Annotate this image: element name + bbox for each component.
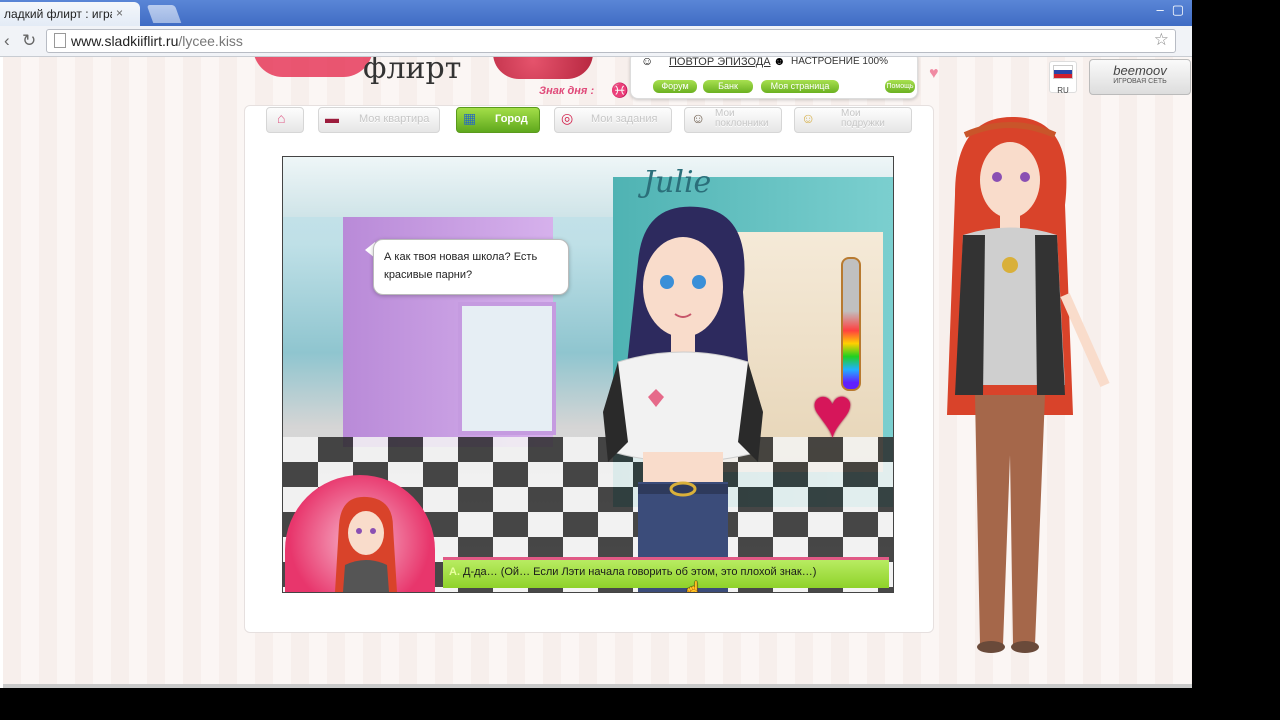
hand-cursor-icon: ☝ [683, 582, 703, 593]
tab-strip: ладкий флирт : игра о / × – ▢ [0, 0, 1192, 26]
shop-sign: Julie [643, 165, 712, 200]
player-info-panel: ☺ ПОВТОР ЭПИЗОДА ☻ НАСТРОЕНИЕ 100% Форум… [630, 57, 918, 99]
url-path: /lycee.kiss [178, 33, 243, 49]
nav-tasks[interactable]: ◎ Мои задания [554, 107, 672, 133]
shop-window [458, 302, 556, 435]
nav-admirers-label: Мои поклонники [715, 109, 769, 129]
nav-apartment[interactable]: ▬ Моя квартира [318, 107, 440, 133]
player-avatar-full [947, 116, 1110, 653]
nav-friends-label: Мои подружки [841, 109, 885, 129]
nav-friends[interactable]: ☺ Мои подружки [794, 107, 912, 133]
mood-meter [841, 257, 861, 391]
beemoov-logo-text: beemoov [1113, 63, 1167, 78]
boy-avatar-icon: ☺ [691, 110, 706, 126]
site-logo[interactable]: флирт [363, 57, 461, 86]
address-bar[interactable]: www.sladkiiflirt.ru/lycee.kiss ☆ [46, 29, 1176, 53]
logo-cupcake [493, 57, 593, 79]
heart-icon: ♥ [929, 65, 939, 82]
bookmark-star-icon[interactable]: ☆ [1154, 30, 1169, 50]
nav-friends-line2: подружки [841, 118, 885, 129]
help-button[interactable]: Помощь [885, 80, 915, 93]
bottom-status-strip [3, 684, 1192, 688]
dialogue-choice[interactable]: A. Д-да… (Ой… Если Лэти начала говорить … [443, 557, 889, 588]
close-icon[interactable]: × [116, 6, 123, 20]
reload-icon[interactable]: ↻ [22, 31, 36, 51]
logo-heart [253, 57, 373, 77]
tab-title: ладкий флирт : игра о / [4, 7, 112, 21]
browser-tab[interactable]: ладкий флирт : игра о / × [0, 2, 140, 26]
url-domain: www.sladkiiflirt.ru [71, 33, 179, 49]
nav-city-label: Город [495, 113, 528, 125]
choice-letter: A. [449, 566, 460, 578]
nav-admirers-line2: поклонники [715, 118, 769, 129]
girl-avatar-icon: ☺ [801, 110, 816, 126]
game-nav: ⌂ ▬ Моя квартира ▦ Город ◎ Мои задания ☺… [266, 107, 916, 133]
web-page: флирт Знак дня : ♓ ☺ ПОВТОР ЭПИЗОДА ☻ НА… [3, 57, 1192, 685]
heart-meter-icon: ♥ [811, 373, 854, 453]
player-portrait [335, 496, 397, 592]
back-arrow-icon[interactable]: ‹ [4, 31, 10, 51]
choice-text: Д-да… (Ой… Если Лэти начала говорить об … [463, 566, 817, 578]
window-controls: – ▢ [1156, 2, 1184, 18]
russia-flag-icon [1053, 65, 1073, 79]
dialogue-text: А как твоя новая школа? Есть красивые па… [384, 251, 538, 281]
browser-toolbar: ‹ ↻ www.sladkiiflirt.ru/lycee.kiss ☆ [0, 26, 1192, 57]
target-icon: ◎ [561, 110, 574, 126]
language-selector[interactable]: RU [1049, 61, 1077, 95]
url-text: www.sladkiiflirt.ru/lycee.kiss [71, 33, 243, 49]
nav-city[interactable]: ▦ Город [456, 107, 540, 133]
sofa-icon: ▬ [325, 110, 339, 126]
pisces-icon: ♓ [611, 82, 629, 98]
home-icon: ⌂ [277, 110, 286, 126]
minimize-icon[interactable]: – [1156, 2, 1163, 18]
browser-window: ладкий флирт : игра о / × – ▢ ‹ ↻ www.sl… [0, 0, 1192, 688]
mood-text: НАСТРОЕНИЕ 100% [791, 57, 889, 67]
nav-tasks-label: Мои задания [591, 113, 658, 125]
nav-apartment-label: Моя квартира [359, 113, 430, 125]
game-scene[interactable]: Julie А как твоя новая школа? Есть краси… [282, 156, 894, 593]
restore-icon[interactable]: ▢ [1172, 2, 1184, 18]
new-tab-button[interactable] [146, 5, 182, 23]
forum-button[interactable]: Форум [653, 80, 697, 93]
building-icon: ▦ [463, 110, 477, 126]
character-laeti [603, 206, 763, 592]
beemoov-network-logo[interactable]: beemoov ИГРОВАЯ СЕТЬ [1089, 59, 1191, 95]
language-code: RU [1057, 86, 1069, 95]
network-label: ИГРОВАЯ СЕТЬ [1113, 78, 1167, 85]
page-icon [54, 33, 66, 48]
bank-button[interactable]: Банк [703, 80, 753, 93]
my-page-button[interactable]: Моя страница [761, 80, 839, 93]
nav-admirers[interactable]: ☺ Мои поклонники [684, 107, 782, 133]
replay-icon: ☺ [641, 57, 654, 68]
nav-home[interactable]: ⌂ [266, 107, 304, 133]
avatar-icon: ☻ [773, 57, 786, 68]
sign-of-day-label: Знак дня : [539, 85, 595, 97]
replay-episode-link[interactable]: ПОВТОР ЭПИЗОДА [669, 57, 771, 68]
speech-bubble: А как твоя новая школа? Есть красивые па… [373, 239, 569, 295]
